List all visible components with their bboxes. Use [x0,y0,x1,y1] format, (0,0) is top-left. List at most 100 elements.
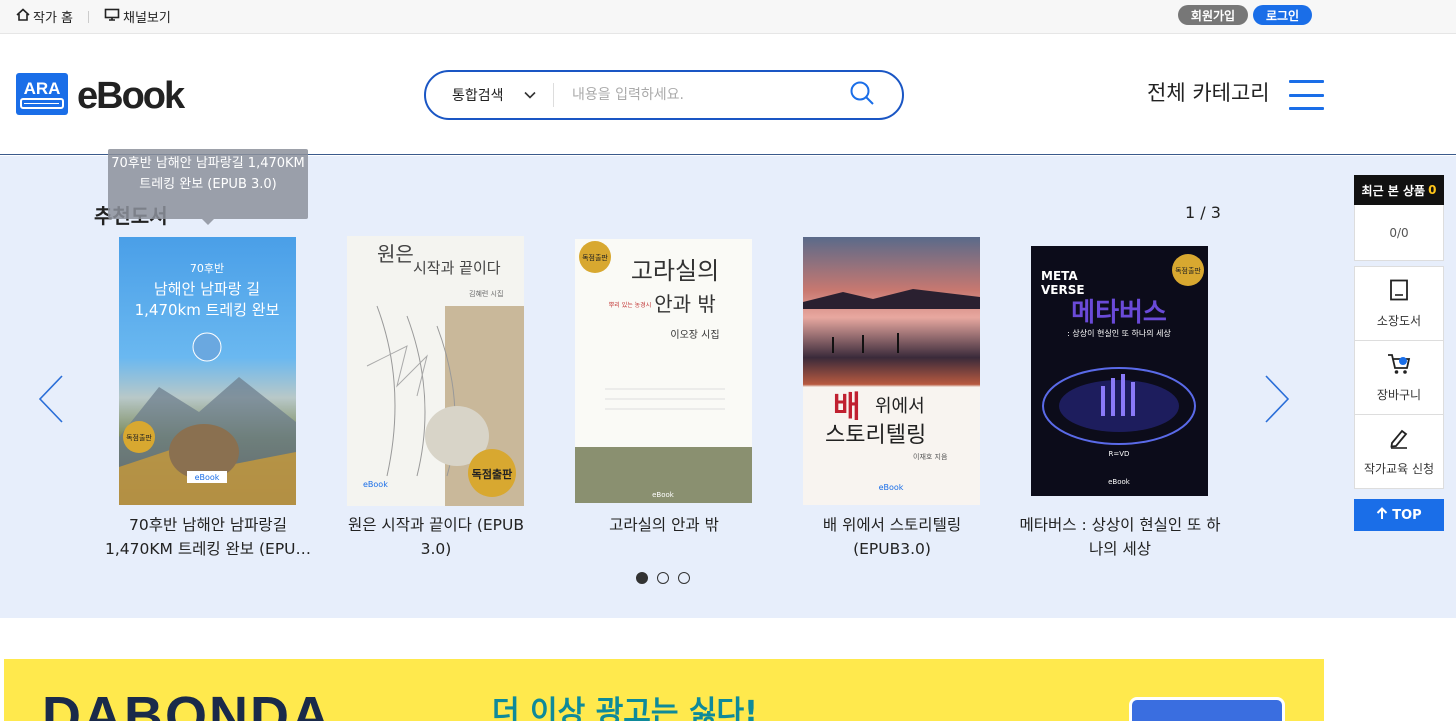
book-icon [1389,279,1409,304]
svg-text:위에서: 위에서 [875,396,925,417]
search-button[interactable] [848,81,876,109]
svg-text:R=VD: R=VD [1109,450,1130,458]
book-tooltip: 70후반 남해안 남파랑길 1,470KM 트레킹 완보 (EPUB 3.0) [108,149,308,225]
book-title[interactable]: 고라실의 안과 밖 [554,513,774,537]
svg-text:안과 밖: 안과 밖 [654,292,716,316]
svg-text:eBook: eBook [195,473,220,482]
book-cover[interactable]: META VERSE 독점출판 메타버스 : 상상이 현실인 또 하나의 세상 … [1031,246,1208,496]
recent-items-paging: 0/0 [1354,205,1444,261]
book-title-line1: 메타버스 : 상상이 현실인 또 하 [1019,516,1221,534]
banner-device-image [1129,697,1285,721]
svg-text:스토리텔링: 스토리텔링 [825,423,926,448]
svg-text:이재호 지음: 이재호 지음 [913,452,948,461]
book-cover[interactable]: 원은 시작과 끝이다 김혜련 시집 독점출판 eBook [347,236,524,506]
menu-icon[interactable] [1289,80,1324,110]
book-title[interactable]: 배 위에서 스토리텔링 (EPUB3.0) [782,513,1002,561]
prev-arrow-icon[interactable] [36,374,66,424]
banner-logo: DABONDA [42,686,332,721]
svg-text:eBook: eBook [1108,478,1131,486]
svg-text:70후반: 70후반 [190,262,224,275]
auth-buttons: 회원가입 로그인 [1178,5,1312,25]
search-bar: 통합검색 [424,70,904,120]
book-title-line1: 70후반 남해안 남파랑길 [129,516,287,534]
quick-sidebar: 최근 본 상품 0 0/0 소장도서 장바구니 작가교육 신청 TOP [1354,175,1444,531]
page-indicator: 1 / 3 [1185,203,1221,222]
scroll-top-label: TOP [1392,507,1422,523]
owned-books-label: 소장도서 [1376,313,1422,328]
carousel-dot[interactable] [636,572,648,584]
recent-items-label: 최근 본 상품 [1361,183,1426,198]
svg-text:김혜련 시집: 김혜련 시집 [469,289,503,298]
divider [88,10,90,23]
svg-text:독점출판: 독점출판 [472,467,512,481]
carousel-dot[interactable] [678,572,690,584]
book-title-line2: (EPUB3.0) [853,540,931,558]
author-home-link[interactable]: 작가 홈 [16,7,73,26]
owned-books-button[interactable]: 소장도서 [1354,266,1444,341]
carousel-dot[interactable] [657,572,669,584]
book-cover[interactable]: 독점출판 고라실의 안과 밖 뿌리 있는 농경시 이오장 시집 eBook [575,239,752,503]
chevron-down-icon [523,87,536,103]
scroll-top-button[interactable]: TOP [1354,499,1444,531]
book-title-line2: 3.0) [420,540,452,558]
monitor-icon [104,8,120,25]
search-scope-select[interactable]: 통합검색 [426,83,554,107]
header: ARA eBook 통합검색 전체 카테고리 [0,35,1456,155]
svg-text:독점출판: 독점출판 [1175,266,1201,275]
top-bar-left: 작가 홈 채널보기 [16,7,171,26]
cart-label: 장바구니 [1376,387,1422,402]
carousel-pagination [636,572,690,584]
search-icon [849,80,875,110]
book-title[interactable]: 원은 시작과 끝이다 (EPUB 3.0) [326,513,546,561]
ara-logo-icon: ARA [15,72,69,120]
svg-text:시작과 끝이다: 시작과 끝이다 [413,259,501,277]
book-title-line2: 1,470KM 트레킹 완보 (EPU… [104,540,312,558]
svg-text:eBook: eBook [879,483,904,492]
book-title-line1: 원은 시작과 끝이다 (EPUB [347,516,525,534]
all-category-label[interactable]: 전체 카테고리 [1147,77,1270,107]
svg-text:1,470km 트레킹 완보: 1,470km 트레킹 완보 [135,301,280,319]
svg-text:뿌리 있는 농경시: 뿌리 있는 농경시 [609,301,651,309]
banner-headline: 더 이상 광고는 싫다! [492,695,758,721]
svg-text:원은: 원은 [377,242,414,266]
svg-text:고라실의: 고라실의 [631,257,719,285]
svg-text:독점출판: 독점출판 [126,433,152,442]
book-cover[interactable]: 70후반 남해안 남파랑 길 1,470km 트레킹 완보 독점출판 eBook [119,237,296,505]
svg-text:VERSE: VERSE [1041,283,1085,297]
channel-view-label: 채널보기 [123,11,171,26]
signup-button[interactable]: 회원가입 [1178,5,1248,25]
ad-banner[interactable]: DABONDA 더 이상 광고는 싫다! [4,659,1324,721]
book-title-line1: 고라실의 안과 밖 [609,516,719,534]
top-bar: 작가 홈 채널보기 회원가입 로그인 [0,0,1456,34]
pencil-icon [1388,427,1410,452]
svg-text:ARA: ARA [24,79,61,98]
svg-text:eBook: eBook [363,480,388,489]
search-scope-value: 통합검색 [452,88,504,104]
book-title[interactable]: 70후반 남해안 남파랑길 1,470KM 트레킹 완보 (EPU… [98,513,318,561]
author-education-button[interactable]: 작가교육 신청 [1354,414,1444,489]
svg-text:이오장 시집: 이오장 시집 [670,329,719,341]
next-arrow-icon[interactable] [1262,374,1292,424]
recent-items-count: 0 [1428,183,1437,197]
logo-text: eBook [77,74,185,117]
svg-text:배: 배 [833,390,861,425]
svg-text:META: META [1041,269,1078,283]
site-logo[interactable]: ARA eBook [15,72,185,120]
author-education-label: 작가교육 신청 [1363,461,1435,476]
book-title-line2: 나의 세상 [1089,540,1151,558]
svg-text:: 상상이 현실인 또 하나의 세상: : 상상이 현실인 또 하나의 세상 [1067,328,1171,338]
book-title[interactable]: 메타버스 : 상상이 현실인 또 하 나의 세상 [1010,513,1230,561]
recent-items-header: 최근 본 상품 0 [1354,175,1444,205]
svg-text:메타버스: 메타버스 [1071,298,1167,328]
cart-icon [1387,353,1411,378]
arrow-up-icon [1376,506,1388,524]
channel-view-link[interactable]: 채널보기 [104,7,171,26]
book-title-line1: 배 위에서 스토리텔링 [822,516,962,534]
cart-button[interactable]: 장바구니 [1354,340,1444,415]
svg-text:eBook: eBook [652,491,675,499]
svg-text:독점출판: 독점출판 [582,253,608,262]
svg-text:남해안 남파랑 길: 남해안 남파랑 길 [154,280,260,298]
book-cover[interactable]: 배 위에서 스토리텔링 이재호 지음 eBook [803,237,980,505]
search-input[interactable] [572,87,848,103]
login-button[interactable]: 로그인 [1253,5,1312,25]
